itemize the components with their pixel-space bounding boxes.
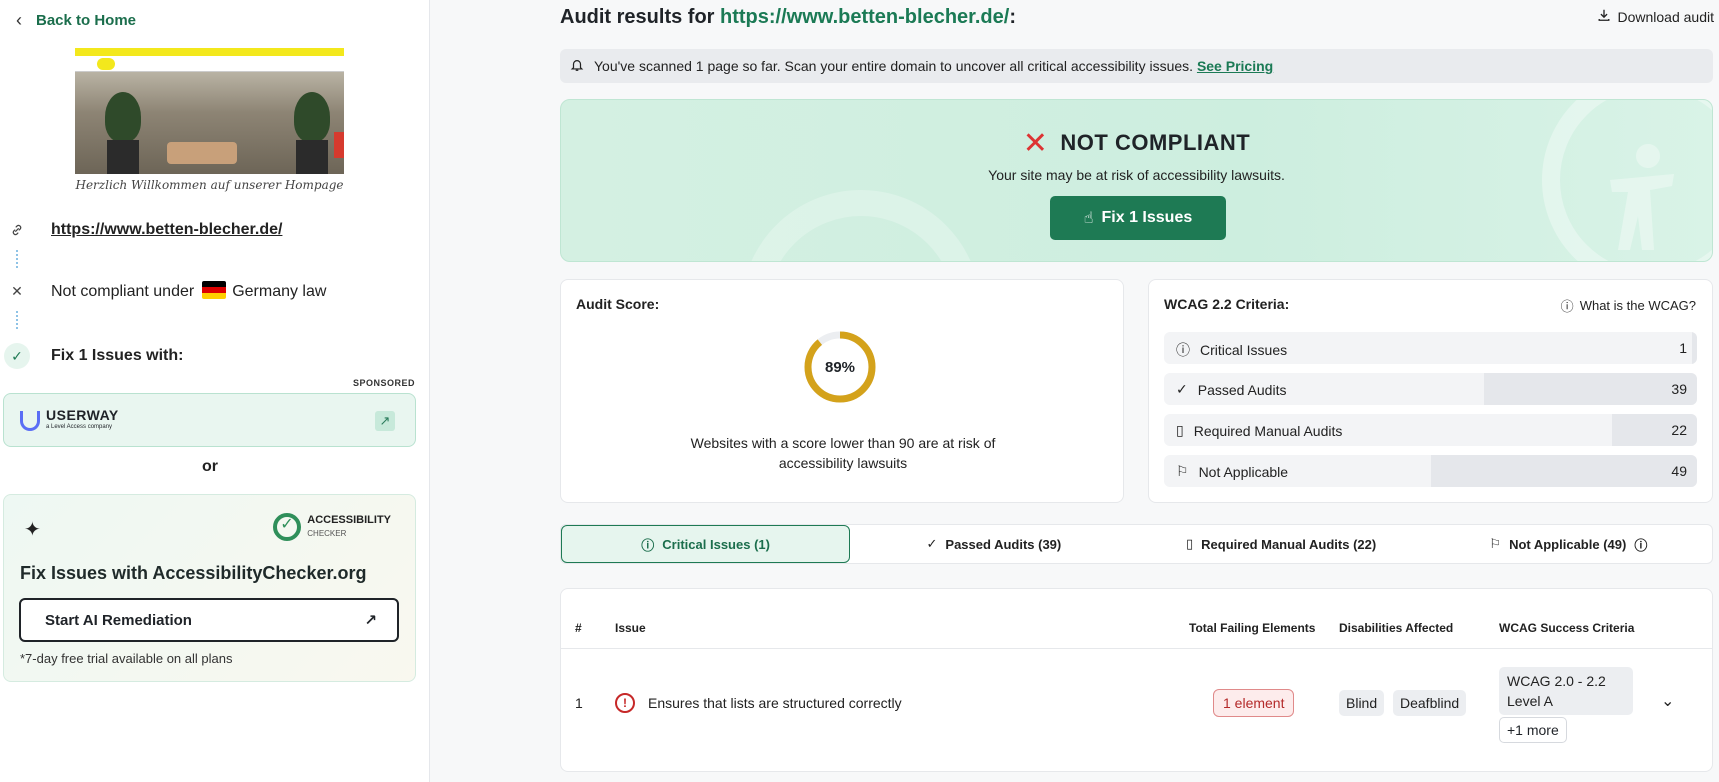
accessibility-checker-card: ✦ ACCESSIBILITYCHECKER Fix Issues with A… [3, 494, 416, 682]
flag-icon: ⚐ [1176, 463, 1189, 479]
disability-badge-deafblind: Deafblind [1393, 690, 1467, 716]
info-icon: ⓘ [1634, 537, 1648, 553]
check-icon: ✓ [4, 343, 30, 369]
fix-with-label: Fix 1 Issues with: [51, 347, 184, 364]
tab-not-applicable[interactable]: ⚐ Not Applicable (49) ⓘ [1425, 525, 1712, 563]
compliance-status-heading: ✕ NOT COMPLIANT [1022, 127, 1251, 160]
col-header-wcag: WCAG Success Criteria [1499, 621, 1635, 635]
or-divider: or [202, 458, 218, 475]
main-content: Audit results for https://www.betten-ble… [431, 0, 1719, 782]
col-header-number: # [575, 621, 582, 635]
step-compliance: ✕ Not compliant under Germany law [4, 278, 326, 304]
accessibility-checker-logo: ACCESSIBILITYCHECKER [273, 513, 391, 541]
chevron-left-icon: ‹ [16, 10, 22, 30]
audited-url-link[interactable]: https://www.betten-blecher.de/ [51, 221, 282, 239]
results-tabs: ⓘ Critical Issues (1) ✓ Passed Audits (39)… [560, 524, 1713, 564]
error-icon: ! [615, 693, 635, 713]
free-trial-note: *7-day free trial available on all plans [20, 651, 233, 666]
userway-u-icon [20, 411, 40, 431]
issue-title[interactable]: Ensures that lists are structured correc… [648, 695, 902, 711]
chevron-down-icon[interactable]: ⌄ [1661, 691, 1674, 711]
compliance-subtitle: Your site may be at risk of accessibilit… [988, 167, 1285, 183]
more-criteria-button[interactable]: +1 more [1499, 717, 1567, 743]
compliance-hero: ✕ NOT COMPLIANT Your site may be at risk … [560, 99, 1713, 262]
ac-card-title: Fix Issues with AccessibilityChecker.org [20, 563, 367, 583]
sidebar: ‹ Back to Home Herzlich Willkommen auf u… [0, 0, 430, 782]
audit-score-card: Audit Score: 89% Websites with a score l… [560, 279, 1124, 503]
step-url: https://www.betten-blecher.de/ [4, 217, 282, 243]
alert-circle-icon: ⓘ [641, 537, 655, 553]
criteria-row-manual: ▯ Required Manual Audits 22 [1164, 414, 1697, 446]
tab-passed-audits[interactable]: ✓ Passed Audits (39) [850, 525, 1137, 563]
info-icon: ⓘ [1560, 299, 1574, 314]
germany-flag-icon [202, 281, 227, 299]
criteria-row-not-applicable: ⚐ Not Applicable 49 [1164, 455, 1697, 487]
disability-badge-blind: Blind [1339, 690, 1385, 716]
file-icon: ▯ [1186, 536, 1194, 551]
failing-elements-badge: 1 element [1213, 689, 1295, 717]
issues-table: # Issue Total Failing Elements Disabilit… [560, 588, 1713, 772]
audit-score-heading: Audit Score: [576, 296, 660, 312]
wcag-heading: WCAG 2.2 Criteria: [1164, 296, 1290, 312]
userway-logo: USERWAY a Level Access company [20, 408, 119, 433]
userway-sponsor-card[interactable]: USERWAY a Level Access company ↗ [3, 393, 416, 447]
hand-pointer-icon: ☝ [1083, 210, 1094, 227]
sparkle-icon: ✦ [24, 519, 41, 541]
row-number: 1 [575, 695, 583, 711]
fix-issues-button[interactable]: ☝ Fix 1 Issues [1050, 196, 1226, 240]
start-ai-remediation-button[interactable]: Start AI Remediation ↗ [19, 598, 399, 642]
tab-critical-issues[interactable]: ⓘ Critical Issues (1) [561, 525, 851, 563]
wcag-criteria-badge: WCAG 2.0 - 2.2 Level A [1499, 667, 1633, 715]
scan-limit-banner: You've scanned 1 page so far. Scan your … [560, 49, 1713, 83]
score-value: 89% [824, 358, 856, 376]
close-icon: ✕ [11, 282, 23, 299]
col-header-failing: Total Failing Elements [1189, 621, 1316, 635]
check-icon: ✓ [1176, 381, 1188, 397]
external-arrow-icon[interactable]: ↗ [375, 411, 395, 431]
alert-circle-icon: ⓘ [1176, 342, 1190, 358]
link-icon [4, 217, 30, 243]
bell-icon [570, 58, 584, 75]
tab-required-manual-audits[interactable]: ▯ Required Manual Audits (22) [1138, 525, 1425, 563]
check-icon: ✓ [926, 536, 938, 551]
see-pricing-link[interactable]: See Pricing [1197, 58, 1273, 74]
back-to-home-link[interactable]: ‹ Back to Home [16, 10, 136, 31]
compliance-status: Not compliant under Germany law [51, 281, 327, 300]
what-is-wcag-link[interactable]: ⓘ What is the WCAG? [1561, 296, 1696, 315]
download-icon [1597, 8, 1611, 25]
wcag-criteria-card: WCAG 2.2 Criteria: ⓘ What is the WCAG? ⓘ… [1148, 279, 1713, 503]
criteria-row-passed: ✓ Passed Audits 39 [1164, 373, 1697, 405]
arrow-up-right-icon: ↗ [364, 612, 377, 629]
back-label: Back to Home [36, 12, 137, 29]
page-title: Audit results for https://www.betten-ble… [560, 6, 1016, 28]
x-icon: ✕ [1022, 127, 1049, 160]
criteria-row-critical: ⓘ Critical Issues 1 [1164, 332, 1697, 364]
col-header-issue: Issue [615, 621, 646, 635]
banner-text: You've scanned 1 page so far. Scan your … [594, 58, 1194, 74]
thumbnail-tagline: Herzlich Willkommen auf unserer Hompage [75, 178, 344, 192]
sponsored-label: SPONSORED [352, 378, 415, 388]
score-note: Websites with a score lower than 90 are … [690, 435, 996, 471]
download-audit-button[interactable]: Download audit [1597, 8, 1714, 25]
col-header-disabilities: Disabilities Affected [1339, 621, 1454, 635]
flag-icon: ⚐ [1489, 536, 1502, 551]
step-fix: ✓ Fix 1 Issues with: [4, 343, 183, 369]
checkmark-magnifier-icon [273, 513, 302, 541]
file-icon: ▯ [1176, 422, 1184, 438]
site-screenshot-thumbnail [75, 48, 344, 174]
